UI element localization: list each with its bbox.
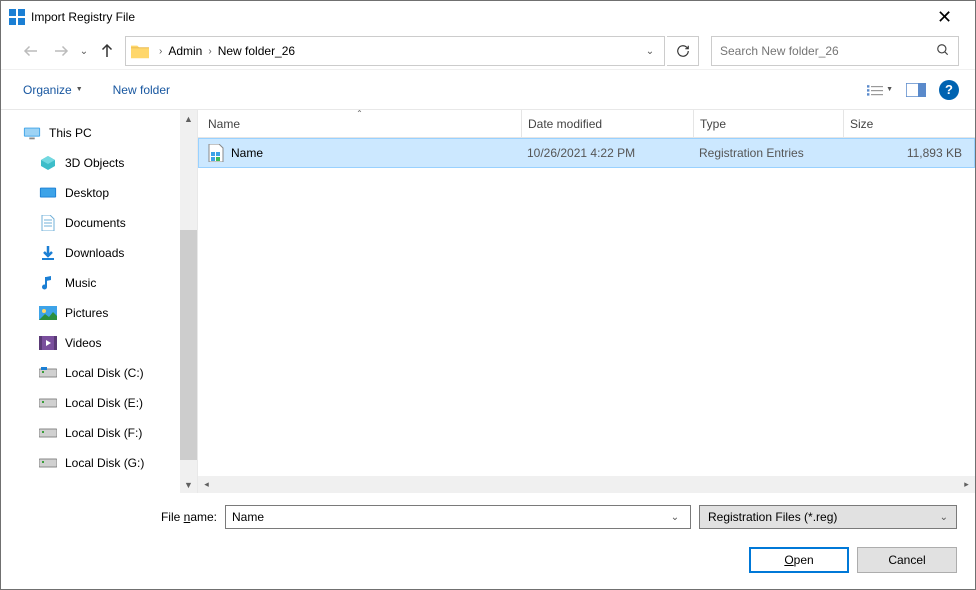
tree-label: Desktop xyxy=(65,186,109,200)
column-headers: ⌃ Name Date modified Type Size xyxy=(198,110,975,138)
filename-dropdown[interactable]: ⌄ xyxy=(666,512,684,523)
tree-label: 3D Objects xyxy=(65,156,124,170)
tree-pictures[interactable]: Pictures xyxy=(17,298,180,328)
tree-label: Local Disk (E:) xyxy=(65,396,143,410)
filter-label: Registration Files (*.reg) xyxy=(708,510,940,524)
search-input[interactable] xyxy=(720,44,936,58)
chevron-right-icon[interactable]: › xyxy=(205,46,214,57)
open-button[interactable]: Open xyxy=(749,547,849,573)
navigation-row: ⌄ › Admin › New folder_26 ⌄ xyxy=(1,33,975,69)
tree-videos[interactable]: Videos xyxy=(17,328,180,358)
reg-file-icon xyxy=(207,144,225,162)
downloads-icon xyxy=(39,244,57,262)
tree-label: Local Disk (F:) xyxy=(65,426,142,440)
filename-input-container[interactable]: ⌄ xyxy=(225,505,691,529)
window-title: Import Registry File xyxy=(31,10,922,24)
tree-label: Music xyxy=(65,276,96,290)
chevron-right-icon[interactable]: › xyxy=(156,46,165,57)
titlebar: Import Registry File ✕ xyxy=(1,1,975,33)
organize-button[interactable]: Organize ▼ xyxy=(17,79,89,101)
sidebar-scrollbar[interactable]: ▲ ▼ xyxy=(180,110,197,493)
help-button[interactable]: ? xyxy=(939,80,959,100)
column-header-name[interactable]: ⌃ Name xyxy=(198,110,522,137)
chevron-down-icon: ▼ xyxy=(886,86,893,93)
tree-label: Documents xyxy=(65,216,126,230)
scroll-down-button[interactable]: ▼ xyxy=(180,476,197,493)
disk-icon xyxy=(39,424,57,442)
tree-label: Downloads xyxy=(65,246,124,260)
search-box[interactable] xyxy=(711,36,959,66)
tree-3d-objects[interactable]: 3D Objects xyxy=(17,148,180,178)
file-type-filter[interactable]: Registration Files (*.reg) ⌄ xyxy=(699,505,957,529)
column-header-size[interactable]: Size xyxy=(844,110,975,137)
up-button[interactable] xyxy=(93,37,121,65)
file-list: ⌃ Name Date modified Type Size Name 10/26… xyxy=(197,110,975,493)
scroll-thumb[interactable] xyxy=(180,230,197,460)
disk-icon xyxy=(39,364,57,382)
filename-label: File name: xyxy=(19,510,217,524)
disk-icon xyxy=(39,394,57,412)
forward-button[interactable] xyxy=(47,37,75,65)
pictures-icon xyxy=(39,304,57,322)
videos-icon xyxy=(39,334,57,352)
tree-local-disk-e[interactable]: Local Disk (E:) xyxy=(17,388,180,418)
documents-icon xyxy=(39,214,57,232)
breadcrumb-current[interactable]: New folder_26 xyxy=(215,44,298,58)
new-folder-button[interactable]: New folder xyxy=(107,79,176,101)
tree-local-disk-c[interactable]: Local Disk (C:) xyxy=(17,358,180,388)
tree-this-pc[interactable]: This PC xyxy=(17,118,180,148)
disk-icon xyxy=(39,454,57,472)
recent-dropdown[interactable]: ⌄ xyxy=(77,37,91,65)
search-icon[interactable] xyxy=(936,43,950,60)
folder-icon xyxy=(130,41,150,61)
desktop-icon xyxy=(39,184,57,202)
refresh-button[interactable] xyxy=(667,36,699,66)
scroll-left-button[interactable]: ◂ xyxy=(198,476,215,493)
main-area: This PC 3D Objects Desktop Documents Dow… xyxy=(1,109,975,493)
chevron-down-icon: ⌄ xyxy=(940,512,948,523)
tree-local-disk-f[interactable]: Local Disk (F:) xyxy=(17,418,180,448)
address-dropdown[interactable]: ⌄ xyxy=(640,46,660,57)
regedit-icon xyxy=(9,9,25,25)
tree-label: Pictures xyxy=(65,306,108,320)
music-icon xyxy=(39,274,57,292)
sort-indicator-icon: ⌃ xyxy=(356,109,363,118)
folder-tree: This PC 3D Objects Desktop Documents Dow… xyxy=(1,110,180,493)
file-size: 11,893 KB xyxy=(843,146,974,160)
file-name: Name xyxy=(231,146,263,160)
tree-downloads[interactable]: Downloads xyxy=(17,238,180,268)
column-header-type[interactable]: Type xyxy=(694,110,844,137)
scroll-up-button[interactable]: ▲ xyxy=(180,110,197,127)
tree-music[interactable]: Music xyxy=(17,268,180,298)
tree-documents[interactable]: Documents xyxy=(17,208,180,238)
content-hscrollbar[interactable]: ◂ ▸ xyxy=(198,476,975,493)
back-button[interactable] xyxy=(17,37,45,65)
view-options-button[interactable]: ▼ xyxy=(867,79,893,101)
column-label: Name xyxy=(208,117,240,131)
tree-desktop[interactable]: Desktop xyxy=(17,178,180,208)
tree-local-disk-g[interactable]: Local Disk (G:) xyxy=(17,448,180,478)
close-button[interactable]: ✕ xyxy=(922,2,967,32)
sidebar: This PC 3D Objects Desktop Documents Dow… xyxy=(1,110,197,493)
tree-label: Videos xyxy=(65,336,101,350)
3d-objects-icon xyxy=(39,154,57,172)
organize-label: Organize xyxy=(23,83,72,97)
filename-input[interactable] xyxy=(232,510,666,524)
scroll-right-button[interactable]: ▸ xyxy=(958,476,975,493)
this-pc-icon xyxy=(23,124,41,142)
file-row[interactable]: Name 10/26/2021 4:22 PM Registration Ent… xyxy=(198,138,975,168)
bottom-panel: File name: ⌄ Registration Files (*.reg) … xyxy=(1,493,975,589)
address-bar[interactable]: › Admin › New folder_26 ⌄ xyxy=(125,36,665,66)
breadcrumb-admin[interactable]: Admin xyxy=(165,44,205,58)
cancel-button[interactable]: Cancel xyxy=(857,547,957,573)
preview-pane-button[interactable] xyxy=(903,79,929,101)
tree-label: This PC xyxy=(49,126,92,140)
chevron-down-icon: ▼ xyxy=(76,86,83,93)
column-header-date[interactable]: Date modified xyxy=(522,110,694,137)
tree-label: Local Disk (C:) xyxy=(65,366,144,380)
toolbar: Organize ▼ New folder ▼ ? xyxy=(1,69,975,109)
tree-label: Local Disk (G:) xyxy=(65,456,144,470)
file-type: Registration Entries xyxy=(693,146,843,160)
file-date: 10/26/2021 4:22 PM xyxy=(521,146,693,160)
